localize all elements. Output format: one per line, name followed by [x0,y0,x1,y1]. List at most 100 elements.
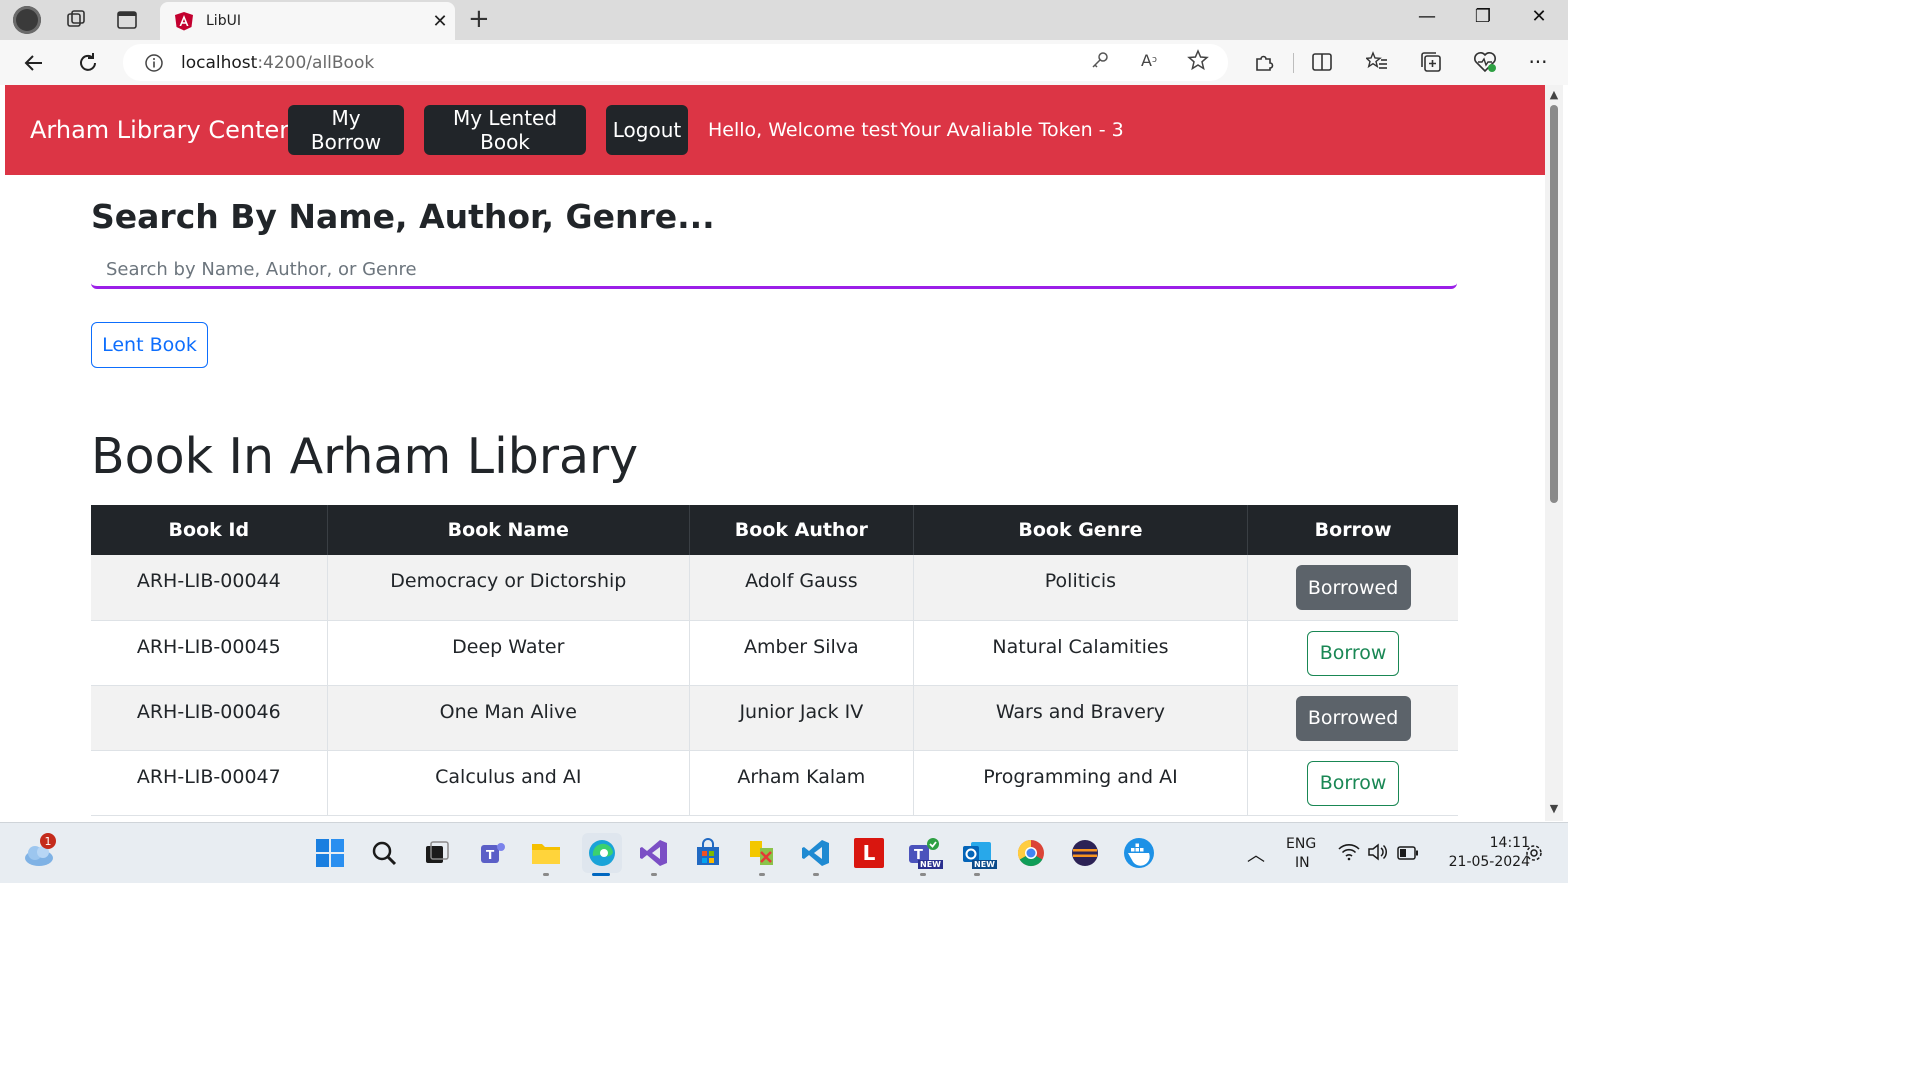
close-window-icon[interactable]: ✕ [1519,6,1559,27]
more-options-icon[interactable]: ··· [1525,49,1551,75]
welcome-text: Hello, Welcome test [708,119,898,141]
browser-tab-active[interactable]: LibUI ✕ [160,2,455,40]
chrome-icon[interactable] [1015,837,1047,869]
close-tab-icon[interactable]: ✕ [425,11,455,32]
address-bar[interactable]: localhost:4200/allBook [123,44,1228,81]
tab-title: LibUI [206,13,241,29]
cell-book-genre: Programming and AI [913,750,1249,816]
microsoft-store-icon[interactable] [692,837,724,869]
wifi-icon[interactable] [1338,843,1360,865]
docker-icon[interactable] [1123,837,1155,869]
back-arrow-icon[interactable] [20,49,48,77]
volume-icon[interactable] [1367,843,1389,865]
search-heading: Search By Name, Author, Genre... [91,197,715,236]
split-screen-icon[interactable] [1309,49,1335,75]
my-lented-book-button[interactable]: My Lented Book [424,105,586,155]
running-indicator [813,873,819,876]
letter-l-app-icon[interactable]: L [854,838,884,868]
password-key-icon[interactable] [1089,49,1111,71]
search-icon[interactable] [368,837,400,869]
books-section-title: Book In Arham Library [91,428,639,485]
teams-chat-icon[interactable]: T [477,837,509,869]
weather-notification-badge: 1 [40,833,56,849]
cell-book-id: ARH-LIB-00046 [91,685,328,751]
table-row: ARH-LIB-00045 Deep Water Amber Silva Nat… [91,620,1458,686]
column-header-book-id: Book Id [91,505,328,555]
battery-icon[interactable] [1397,845,1419,864]
cell-book-author: Junior Jack IV [689,685,914,751]
url-text[interactable]: localhost:4200/allBook [181,53,374,73]
new-tab-icon[interactable]: + [468,5,490,33]
collections-icon[interactable] [1418,49,1444,75]
running-indicator [920,873,926,876]
input-language-bottom[interactable]: IN [1295,855,1310,871]
scrollbar-thumb[interactable] [1550,105,1558,503]
outlook-new-badge: NEW [972,860,997,869]
teams-new-badge: NEW [918,860,943,869]
borrow-button[interactable]: Borrow [1307,760,1400,806]
cell-borrow-action: Borrowed [1247,685,1458,751]
borrow-button[interactable]: Borrow [1307,630,1400,676]
scroll-down-arrow-icon[interactable]: ▼ [1548,803,1560,815]
browser-essentials-icon[interactable] [1472,49,1498,75]
running-indicator [974,873,980,876]
cell-book-genre: Wars and Bravery [913,685,1249,751]
show-hidden-icons-chevron-icon[interactable]: ︿ [1247,841,1265,867]
minimize-icon[interactable]: — [1407,6,1447,27]
cell-book-genre: Politicis [913,555,1249,621]
scroll-up-arrow-icon[interactable]: ▲ [1548,89,1560,101]
visual-studio-icon[interactable] [638,837,670,869]
toolbar-separator [1293,53,1294,73]
clock-date[interactable]: 21-05-2024 [1430,854,1530,870]
app-navbar: Arham Library Center My Borrow My Lented… [5,85,1545,175]
favorite-star-icon[interactable] [1187,49,1209,71]
logout-button[interactable]: Logout [606,105,688,155]
running-indicator [759,873,765,876]
search-input[interactable] [91,253,1457,289]
browser-tab-strip: LibUI ✕ + — ❐ ✕ [0,0,1568,40]
extensions-icon[interactable] [1251,49,1277,75]
borrowed-button[interactable]: Borrowed [1295,695,1411,741]
notification-settings-icon[interactable] [1525,843,1543,867]
cell-borrow-action: Borrow [1247,620,1458,686]
vscode-icon[interactable] [800,837,832,869]
site-info-icon[interactable] [143,52,165,74]
refresh-icon[interactable] [74,49,102,77]
running-indicator [651,873,657,876]
table-row: ARH-LIB-00047 Calculus and AI Arham Kala… [91,750,1458,816]
file-explorer-icon[interactable] [530,837,562,869]
input-language-top[interactable]: ENG [1286,836,1316,852]
cell-borrow-action: Borrow [1247,750,1458,816]
edge-browser-icon[interactable] [582,833,622,873]
workspaces-icon[interactable] [64,8,88,32]
column-header-book-author: Book Author [689,505,914,555]
start-windows-icon[interactable] [314,837,346,869]
lent-book-button[interactable]: Lent Book [91,322,208,368]
cell-book-author: Adolf Gauss [689,555,914,621]
page-scrollbar[interactable]: ▲ ▼ [1545,85,1563,821]
eclipse-ide-icon[interactable] [1069,837,1101,869]
diff-tool-icon[interactable] [746,837,778,869]
books-table: Book Id Book Name Book Author Book Genre… [91,505,1458,816]
restore-icon[interactable]: ❐ [1463,6,1503,27]
running-indicator [543,873,549,876]
column-header-book-name: Book Name [327,505,691,555]
clock-time[interactable]: 14:11 [1462,835,1530,851]
vertical-tabs-icon[interactable] [115,8,139,32]
table-row: ARH-LIB-00044 Democracy or Dictorship Ad… [91,555,1458,621]
svg-text:T: T [486,848,495,862]
cell-book-genre: Natural Calamities [913,620,1249,686]
token-count-text: Your Avaliable Token - 3 [900,119,1124,141]
read-aloud-icon[interactable]: Aↄ [1138,49,1160,71]
cell-book-id: ARH-LIB-00044 [91,555,328,621]
cell-book-id: ARH-LIB-00047 [91,750,328,816]
my-borrow-button[interactable]: My Borrow [288,105,404,155]
profile-avatar[interactable] [13,6,41,34]
task-view-icon[interactable] [421,837,453,869]
navbar-brand[interactable]: Arham Library Center [30,116,289,144]
angular-logo-icon [174,11,194,31]
borrowed-button[interactable]: Borrowed [1295,565,1411,610]
favorites-list-icon[interactable] [1364,49,1390,75]
table-row: ARH-LIB-00046 One Man Alive Junior Jack … [91,685,1458,751]
table-header-row: Book Id Book Name Book Author Book Genre… [91,505,1458,555]
